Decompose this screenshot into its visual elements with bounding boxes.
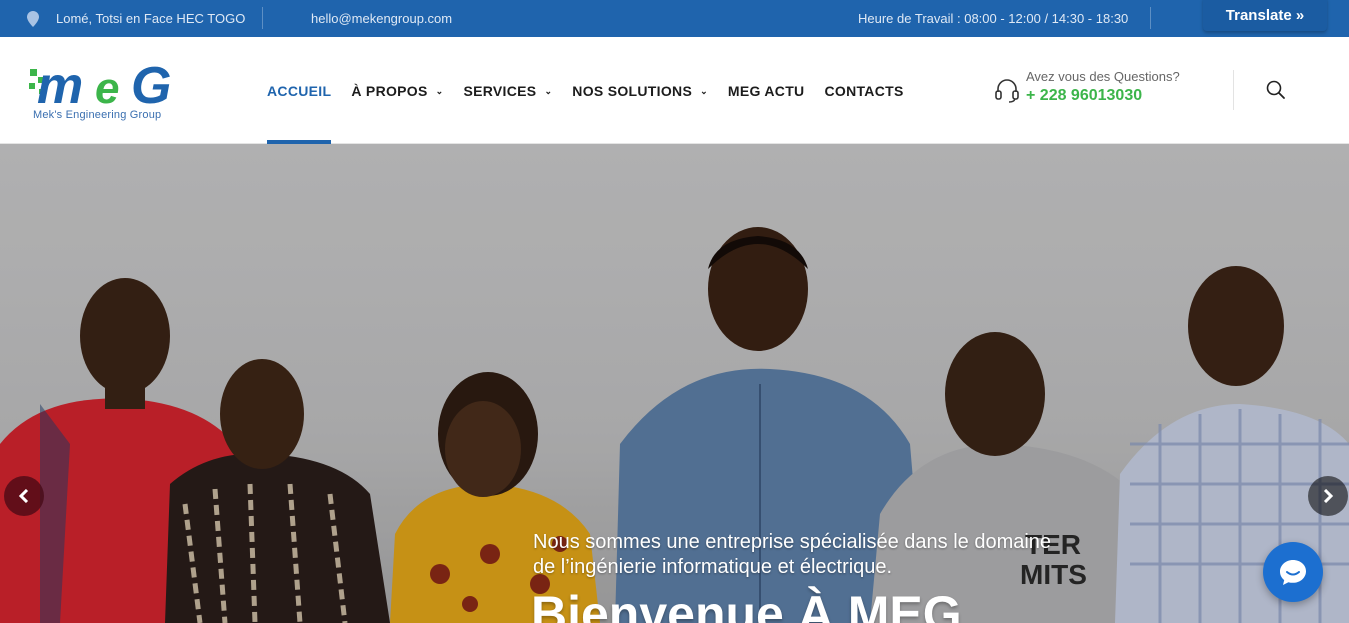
chat-widget-button[interactable] — [1263, 542, 1323, 602]
nav-item-label[interactable]: ACCUEIL — [267, 83, 331, 99]
nav-item-label[interactable]: À PROPOS — [351, 83, 427, 99]
email-link[interactable]: hello@mekengroup.com — [311, 0, 452, 37]
chevron-left-icon — [18, 489, 29, 503]
divider — [1233, 70, 1234, 110]
working-hours: Heure de Travail : 08:00 - 12:00 / 14:30… — [858, 0, 1128, 37]
nav-item-nos-solutions[interactable]: NOS SOLUTIONS ⌄ — [572, 37, 708, 144]
meg-logo-icon: m e G — [29, 57, 171, 115]
nav-item-accueil[interactable]: ACCUEIL — [267, 37, 332, 144]
nav-item-label[interactable]: MEG ACTU — [728, 83, 805, 99]
hero-subtitle: Nous sommes une entreprise spécialisée d… — [533, 531, 1052, 578]
divider — [262, 7, 263, 29]
contact-question: Avez vous des Questions? — [1026, 69, 1180, 84]
headset-icon — [995, 79, 1019, 103]
logo[interactable]: m e G Mek's Engineering Group — [27, 55, 187, 127]
chevron-down-icon: ⌄ — [544, 86, 553, 96]
chevron-right-icon — [1323, 489, 1334, 503]
chat-icon — [1280, 560, 1306, 585]
nav-item-a-propos[interactable]: À PROPOS ⌄ — [351, 37, 443, 144]
nav-item-label[interactable]: NOS SOLUTIONS — [572, 83, 692, 99]
chevron-down-icon: ⌄ — [700, 86, 708, 96]
slider-prev-button[interactable] — [4, 476, 44, 516]
logo-tagline: Mek's Engineering Group — [33, 109, 162, 121]
email-text[interactable]: hello@mekengroup.com — [311, 11, 452, 26]
main-nav: ACCUEIL À PROPOS ⌄ SERVICES ⌄ NOS SOLUTI… — [267, 37, 924, 144]
translate-button[interactable]: Translate » — [1203, 0, 1327, 31]
search-button[interactable] — [1265, 79, 1287, 101]
divider — [1150, 7, 1151, 29]
svg-text:m: m — [37, 57, 83, 107]
svg-text:G: G — [131, 57, 171, 107]
nav-item-meg-actu[interactable]: MEG ACTU — [728, 37, 805, 144]
hero-title: Bienvenue À MEG — [531, 586, 962, 623]
slider-next-button[interactable] — [1308, 476, 1348, 516]
nav-item-services[interactable]: SERVICES ⌄ — [463, 37, 552, 144]
nav-item-label[interactable]: CONTACTS — [824, 83, 903, 99]
contact-phone-box[interactable]: Avez vous des Questions? + 228 96013030 — [994, 69, 1180, 107]
svg-text:e: e — [95, 64, 119, 107]
site-header: m e G Mek's Engineering Group ACCUEIL À … — [0, 37, 1349, 144]
search-icon — [1266, 80, 1285, 99]
address-text: Lomé, Totsi en Face HEC TOGO — [56, 11, 246, 26]
nav-item-contacts[interactable]: CONTACTS — [824, 37, 903, 144]
hero-slider: TER MITS Nous sommes une entreprise spéc… — [0, 144, 1349, 623]
hours-text: Heure de Travail : 08:00 - 12:00 / 14:30… — [858, 11, 1129, 26]
address-info: Lomé, Totsi en Face HEC TOGO — [27, 0, 245, 37]
location-pin-icon — [27, 10, 39, 27]
chevron-down-icon: ⌄ — [435, 86, 444, 96]
contact-phone-number[interactable]: + 228 96013030 — [1026, 85, 1180, 107]
top-bar: Lomé, Totsi en Face HEC TOGO hello@meken… — [0, 0, 1349, 37]
nav-item-label[interactable]: SERVICES — [463, 83, 536, 99]
